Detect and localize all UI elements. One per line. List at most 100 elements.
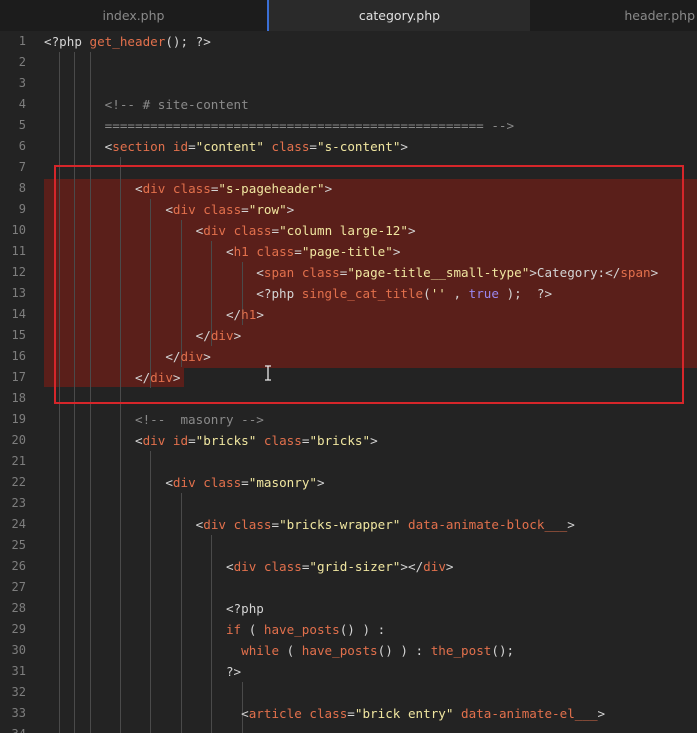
code-token: < (44, 475, 173, 490)
code-token: > (370, 433, 378, 448)
code-line[interactable]: <?php get_header(); ?> (44, 31, 211, 52)
code-token: () ) : (339, 622, 386, 637)
line-number: 30 (11, 643, 26, 657)
code-token: div (142, 433, 166, 448)
line-number: 25 (11, 538, 26, 552)
line-number: 31 (11, 664, 26, 678)
text-cursor-icon (265, 365, 271, 381)
code-token: > (317, 475, 325, 490)
code-token: if (44, 622, 242, 637)
code-token: ========================================… (44, 118, 515, 133)
code-line[interactable]: <div class="bricks-wrapper" data-animate… (44, 514, 575, 535)
line-number: 13 (11, 286, 26, 300)
code-token: = (271, 517, 280, 532)
code-line[interactable]: <!-- # site-content (44, 94, 249, 115)
line-number: 19 (11, 412, 26, 426)
line-number: 11 (11, 244, 26, 258)
line-number: 2 (18, 55, 26, 69)
code-token: > (445, 559, 454, 574)
code-token: div (233, 559, 257, 574)
line-number: 9 (18, 202, 26, 216)
code-token: = (188, 433, 196, 448)
code-token: < (44, 517, 204, 532)
annotation-highlight-box (54, 165, 684, 404)
line-number: 21 (11, 454, 26, 468)
code-token: id (165, 139, 189, 154)
code-line[interactable]: <div id="bricks" class="bricks"> (44, 430, 378, 451)
code-token: "bricks" (195, 433, 257, 448)
code-token: > (567, 517, 575, 532)
code-token: "masonry" (248, 475, 317, 490)
code-line[interactable]: <?php (44, 598, 264, 619)
line-number: 5 (18, 118, 26, 132)
line-number: 4 (18, 97, 26, 111)
code-token: = (347, 706, 355, 721)
code-token: div (172, 475, 196, 490)
line-number: 7 (18, 160, 26, 174)
code-token: = (241, 475, 249, 490)
code-token: class (263, 139, 310, 154)
line-number: 15 (11, 328, 26, 342)
code-token: article (248, 706, 302, 721)
code-token: ( (279, 643, 302, 658)
line-number: 29 (11, 622, 26, 636)
code-token: "bricks-wrapper" (279, 517, 401, 532)
code-token: <?php (44, 601, 264, 616)
code-line[interactable]: <!-- masonry --> (44, 409, 264, 430)
code-token: section (112, 139, 166, 154)
code-token: <!-- masonry --> (44, 412, 264, 427)
code-token: class (225, 517, 272, 532)
code-line[interactable]: ?> (44, 661, 241, 682)
code-token: < (44, 706, 249, 721)
code-token: "brick entry" (354, 706, 454, 721)
code-line[interactable]: if ( have_posts() ) : (44, 619, 385, 640)
line-number: 1 (18, 34, 26, 48)
tab-index-php[interactable]: index.php (0, 0, 267, 31)
tab-header-php[interactable]: header.php (530, 0, 697, 31)
code-token: <!-- # site-content (44, 97, 249, 112)
line-number: 28 (11, 601, 26, 615)
code-editor[interactable]: 1 2 3 4 5 6 7 8 9 10 11 12 13 14 15 16 17 18 19 20 21 22 23 24 2… (0, 31, 697, 733)
line-number: 32 (11, 685, 26, 699)
code-token: the_post (430, 643, 492, 658)
line-number: 6 (18, 139, 26, 153)
line-number: 26 (11, 559, 26, 573)
code-token: id (165, 433, 189, 448)
code-token: have_posts (301, 643, 378, 658)
line-number: 22 (11, 475, 26, 489)
code-token: > (597, 706, 606, 721)
code-line[interactable]: <section id="content" class="s-content"> (44, 136, 408, 157)
line-number: 17 (11, 370, 26, 384)
code-token: = (188, 139, 196, 154)
code-token: = (309, 139, 318, 154)
line-number: 33 (11, 706, 26, 720)
code-line[interactable]: <div class="grid-sizer"></div> (44, 556, 454, 577)
code-token: () ) : (377, 643, 431, 658)
code-token: class (256, 433, 302, 448)
code-token: data-animate-el___ (453, 706, 598, 721)
code-token: (); (491, 643, 515, 658)
code-line[interactable]: <div class="masonry"> (44, 472, 325, 493)
code-token: "s-content" (317, 139, 401, 154)
line-number: 24 (11, 517, 26, 531)
line-number: 12 (11, 265, 26, 279)
code-token: ?> (44, 664, 242, 679)
tab-category-php[interactable]: category.php (267, 0, 530, 31)
line-number: 8 (18, 181, 26, 195)
line-number: 27 (11, 580, 26, 594)
code-token: div (423, 559, 446, 574)
code-token: ( (241, 622, 264, 637)
code-token: data-animate-block___ (400, 517, 568, 532)
line-number: 10 (11, 223, 26, 237)
code-line[interactable]: ========================================… (44, 115, 514, 136)
code-token: class (256, 559, 302, 574)
code-token: > (400, 139, 409, 154)
code-token: div (203, 517, 226, 532)
indent-guide (150, 451, 152, 733)
line-number: 14 (11, 307, 26, 321)
code-line[interactable]: <article class="brick entry" data-animat… (44, 703, 605, 724)
code-line[interactable]: while ( have_posts() ) : the_post(); (44, 640, 514, 661)
code-token: "grid-sizer" (309, 559, 401, 574)
code-token: "content" (195, 139, 264, 154)
line-number: 34 (0, 724, 26, 733)
